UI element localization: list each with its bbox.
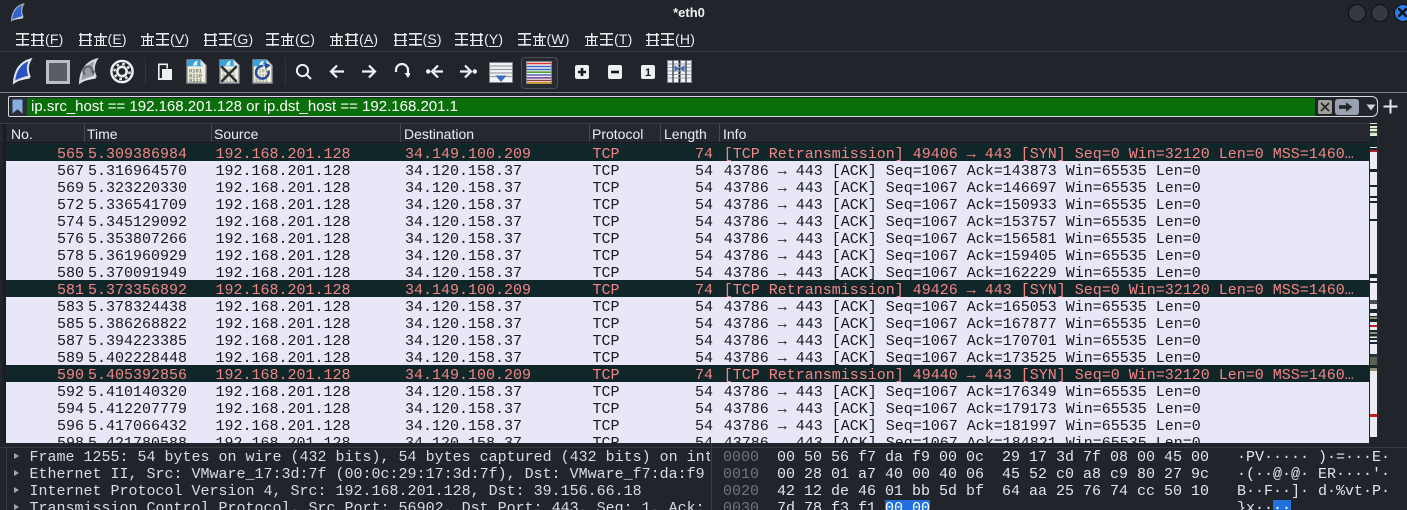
svg-text:1: 1 [645,67,651,79]
svg-text:0111: 0111 [189,78,202,84]
